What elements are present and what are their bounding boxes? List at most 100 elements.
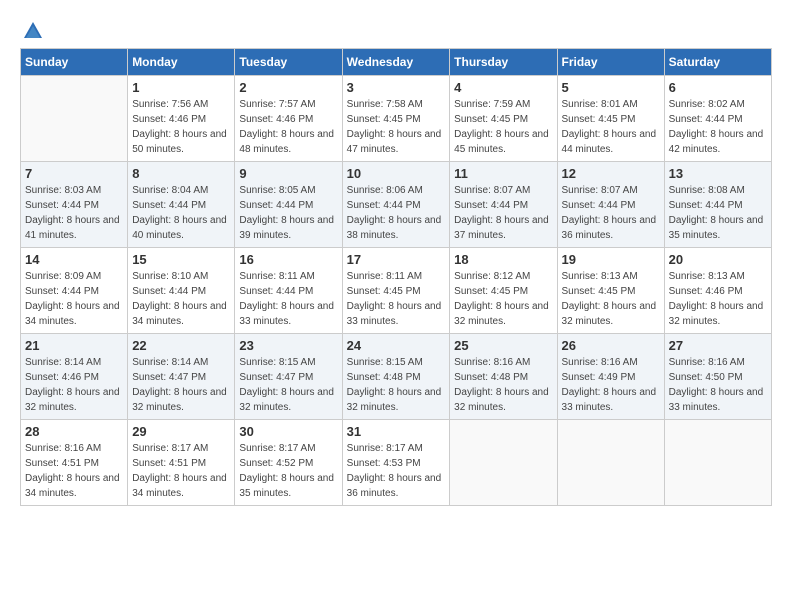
day-info: Sunrise: 8:05 AM Sunset: 4:44 PM Dayligh… xyxy=(239,183,337,243)
calendar-cell: 29 Sunrise: 8:17 AM Sunset: 4:51 PM Dayl… xyxy=(128,420,235,506)
day-info: Sunrise: 8:11 AM Sunset: 4:44 PM Dayligh… xyxy=(239,269,337,329)
weekday-header-tuesday: Tuesday xyxy=(235,49,342,76)
day-number: 6 xyxy=(669,80,767,95)
calendar-cell: 24 Sunrise: 8:15 AM Sunset: 4:48 PM Dayl… xyxy=(342,334,450,420)
calendar-cell: 17 Sunrise: 8:11 AM Sunset: 4:45 PM Dayl… xyxy=(342,248,450,334)
calendar-cell: 30 Sunrise: 8:17 AM Sunset: 4:52 PM Dayl… xyxy=(235,420,342,506)
day-info: Sunrise: 8:12 AM Sunset: 4:45 PM Dayligh… xyxy=(454,269,552,329)
calendar-cell: 16 Sunrise: 8:11 AM Sunset: 4:44 PM Dayl… xyxy=(235,248,342,334)
day-info: Sunrise: 8:16 AM Sunset: 4:49 PM Dayligh… xyxy=(562,355,660,415)
calendar-cell: 2 Sunrise: 7:57 AM Sunset: 4:46 PM Dayli… xyxy=(235,76,342,162)
calendar: SundayMondayTuesdayWednesdayThursdayFrid… xyxy=(20,48,772,506)
day-info: Sunrise: 8:13 AM Sunset: 4:46 PM Dayligh… xyxy=(669,269,767,329)
day-info: Sunrise: 8:15 AM Sunset: 4:48 PM Dayligh… xyxy=(347,355,446,415)
calendar-cell xyxy=(557,420,664,506)
day-info: Sunrise: 8:06 AM Sunset: 4:44 PM Dayligh… xyxy=(347,183,446,243)
day-info: Sunrise: 8:17 AM Sunset: 4:52 PM Dayligh… xyxy=(239,441,337,501)
weekday-header-saturday: Saturday xyxy=(664,49,771,76)
day-number: 5 xyxy=(562,80,660,95)
calendar-cell: 6 Sunrise: 8:02 AM Sunset: 4:44 PM Dayli… xyxy=(664,76,771,162)
calendar-cell: 8 Sunrise: 8:04 AM Sunset: 4:44 PM Dayli… xyxy=(128,162,235,248)
day-number: 22 xyxy=(132,338,230,353)
weekday-header-friday: Friday xyxy=(557,49,664,76)
day-number: 14 xyxy=(25,252,123,267)
day-number: 15 xyxy=(132,252,230,267)
day-info: Sunrise: 7:58 AM Sunset: 4:45 PM Dayligh… xyxy=(347,97,446,157)
day-number: 16 xyxy=(239,252,337,267)
day-number: 24 xyxy=(347,338,446,353)
calendar-cell: 13 Sunrise: 8:08 AM Sunset: 4:44 PM Dayl… xyxy=(664,162,771,248)
weekday-header-row: SundayMondayTuesdayWednesdayThursdayFrid… xyxy=(21,49,772,76)
calendar-cell: 27 Sunrise: 8:16 AM Sunset: 4:50 PM Dayl… xyxy=(664,334,771,420)
day-number: 3 xyxy=(347,80,446,95)
calendar-cell: 1 Sunrise: 7:56 AM Sunset: 4:46 PM Dayli… xyxy=(128,76,235,162)
weekday-header-wednesday: Wednesday xyxy=(342,49,450,76)
day-info: Sunrise: 7:57 AM Sunset: 4:46 PM Dayligh… xyxy=(239,97,337,157)
day-info: Sunrise: 8:14 AM Sunset: 4:46 PM Dayligh… xyxy=(25,355,123,415)
day-number: 30 xyxy=(239,424,337,439)
day-number: 31 xyxy=(347,424,446,439)
week-row-3: 14 Sunrise: 8:09 AM Sunset: 4:44 PM Dayl… xyxy=(21,248,772,334)
day-info: Sunrise: 7:56 AM Sunset: 4:46 PM Dayligh… xyxy=(132,97,230,157)
day-number: 26 xyxy=(562,338,660,353)
day-info: Sunrise: 8:16 AM Sunset: 4:51 PM Dayligh… xyxy=(25,441,123,501)
calendar-cell: 7 Sunrise: 8:03 AM Sunset: 4:44 PM Dayli… xyxy=(21,162,128,248)
day-info: Sunrise: 8:11 AM Sunset: 4:45 PM Dayligh… xyxy=(347,269,446,329)
day-number: 9 xyxy=(239,166,337,181)
weekday-header-thursday: Thursday xyxy=(450,49,557,76)
week-row-1: 1 Sunrise: 7:56 AM Sunset: 4:46 PM Dayli… xyxy=(21,76,772,162)
day-number: 27 xyxy=(669,338,767,353)
weekday-header-monday: Monday xyxy=(128,49,235,76)
calendar-cell: 26 Sunrise: 8:16 AM Sunset: 4:49 PM Dayl… xyxy=(557,334,664,420)
calendar-cell: 5 Sunrise: 8:01 AM Sunset: 4:45 PM Dayli… xyxy=(557,76,664,162)
day-number: 23 xyxy=(239,338,337,353)
day-info: Sunrise: 8:08 AM Sunset: 4:44 PM Dayligh… xyxy=(669,183,767,243)
day-number: 2 xyxy=(239,80,337,95)
calendar-cell: 15 Sunrise: 8:10 AM Sunset: 4:44 PM Dayl… xyxy=(128,248,235,334)
calendar-cell: 25 Sunrise: 8:16 AM Sunset: 4:48 PM Dayl… xyxy=(450,334,557,420)
calendar-cell: 12 Sunrise: 8:07 AM Sunset: 4:44 PM Dayl… xyxy=(557,162,664,248)
logo-icon xyxy=(22,20,44,42)
day-info: Sunrise: 8:10 AM Sunset: 4:44 PM Dayligh… xyxy=(132,269,230,329)
day-number: 25 xyxy=(454,338,552,353)
day-info: Sunrise: 8:04 AM Sunset: 4:44 PM Dayligh… xyxy=(132,183,230,243)
day-number: 13 xyxy=(669,166,767,181)
day-info: Sunrise: 8:07 AM Sunset: 4:44 PM Dayligh… xyxy=(562,183,660,243)
day-info: Sunrise: 8:16 AM Sunset: 4:50 PM Dayligh… xyxy=(669,355,767,415)
day-number: 7 xyxy=(25,166,123,181)
day-info: Sunrise: 8:17 AM Sunset: 4:51 PM Dayligh… xyxy=(132,441,230,501)
week-row-5: 28 Sunrise: 8:16 AM Sunset: 4:51 PM Dayl… xyxy=(21,420,772,506)
calendar-cell xyxy=(21,76,128,162)
calendar-cell: 22 Sunrise: 8:14 AM Sunset: 4:47 PM Dayl… xyxy=(128,334,235,420)
day-info: Sunrise: 7:59 AM Sunset: 4:45 PM Dayligh… xyxy=(454,97,552,157)
logo xyxy=(20,20,44,38)
day-number: 21 xyxy=(25,338,123,353)
day-number: 20 xyxy=(669,252,767,267)
calendar-cell: 4 Sunrise: 7:59 AM Sunset: 4:45 PM Dayli… xyxy=(450,76,557,162)
day-number: 29 xyxy=(132,424,230,439)
weekday-header-sunday: Sunday xyxy=(21,49,128,76)
week-row-4: 21 Sunrise: 8:14 AM Sunset: 4:46 PM Dayl… xyxy=(21,334,772,420)
calendar-cell: 19 Sunrise: 8:13 AM Sunset: 4:45 PM Dayl… xyxy=(557,248,664,334)
day-number: 10 xyxy=(347,166,446,181)
day-number: 19 xyxy=(562,252,660,267)
calendar-cell xyxy=(450,420,557,506)
day-info: Sunrise: 8:17 AM Sunset: 4:53 PM Dayligh… xyxy=(347,441,446,501)
day-info: Sunrise: 8:03 AM Sunset: 4:44 PM Dayligh… xyxy=(25,183,123,243)
day-number: 18 xyxy=(454,252,552,267)
calendar-cell: 18 Sunrise: 8:12 AM Sunset: 4:45 PM Dayl… xyxy=(450,248,557,334)
day-info: Sunrise: 8:07 AM Sunset: 4:44 PM Dayligh… xyxy=(454,183,552,243)
day-info: Sunrise: 8:02 AM Sunset: 4:44 PM Dayligh… xyxy=(669,97,767,157)
day-info: Sunrise: 8:16 AM Sunset: 4:48 PM Dayligh… xyxy=(454,355,552,415)
calendar-cell: 14 Sunrise: 8:09 AM Sunset: 4:44 PM Dayl… xyxy=(21,248,128,334)
calendar-cell: 3 Sunrise: 7:58 AM Sunset: 4:45 PM Dayli… xyxy=(342,76,450,162)
calendar-cell: 20 Sunrise: 8:13 AM Sunset: 4:46 PM Dayl… xyxy=(664,248,771,334)
week-row-2: 7 Sunrise: 8:03 AM Sunset: 4:44 PM Dayli… xyxy=(21,162,772,248)
day-info: Sunrise: 8:01 AM Sunset: 4:45 PM Dayligh… xyxy=(562,97,660,157)
day-number: 17 xyxy=(347,252,446,267)
calendar-cell: 28 Sunrise: 8:16 AM Sunset: 4:51 PM Dayl… xyxy=(21,420,128,506)
header xyxy=(20,20,772,38)
day-number: 4 xyxy=(454,80,552,95)
calendar-cell: 11 Sunrise: 8:07 AM Sunset: 4:44 PM Dayl… xyxy=(450,162,557,248)
day-info: Sunrise: 8:15 AM Sunset: 4:47 PM Dayligh… xyxy=(239,355,337,415)
